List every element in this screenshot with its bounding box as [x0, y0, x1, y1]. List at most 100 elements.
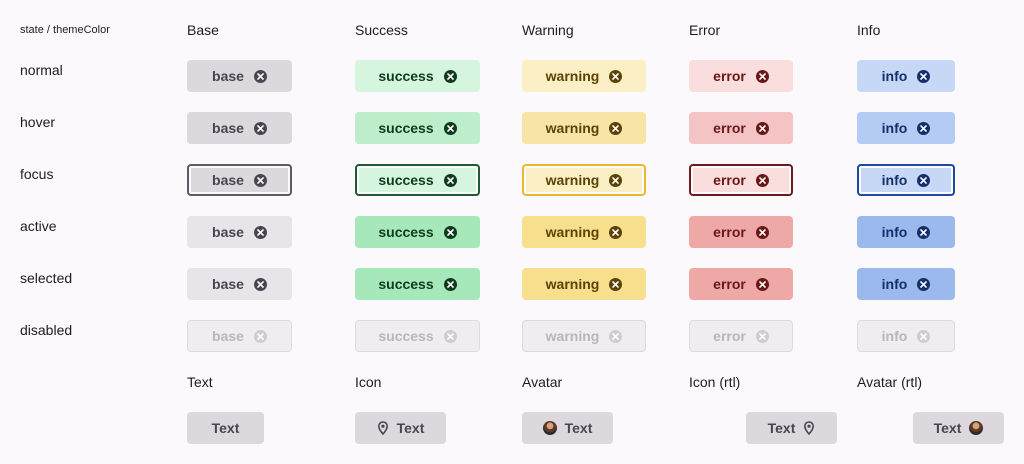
chip-success-focus[interactable]: success [355, 164, 480, 196]
close-circle-icon[interactable] [609, 225, 623, 239]
chip-label: warning [545, 276, 600, 292]
close-circle-icon[interactable] [443, 277, 457, 291]
variant-header-icon: Icon [355, 374, 382, 390]
close-circle-icon[interactable] [443, 121, 457, 135]
chip-success-disabled: success [355, 320, 480, 352]
chip-info-selected[interactable]: info [857, 268, 955, 300]
chip-avatar-variant[interactable]: Text [522, 412, 613, 444]
close-circle-icon[interactable] [755, 69, 769, 83]
close-circle-icon [609, 329, 623, 343]
row-label-selected: selected [20, 270, 73, 286]
chip-icon-rtl-variant[interactable]: Text [746, 412, 837, 444]
close-circle-icon[interactable] [443, 69, 457, 83]
column-header-base: Base [187, 22, 219, 38]
close-circle-icon [253, 329, 267, 343]
close-circle-icon[interactable] [755, 225, 769, 239]
chip-success-selected[interactable]: success [355, 268, 480, 300]
chip-success-hover[interactable]: success [355, 112, 480, 144]
close-circle-icon[interactable] [917, 69, 931, 83]
chip-info-normal[interactable]: info [857, 60, 955, 92]
close-circle-icon[interactable] [253, 173, 267, 187]
close-circle-icon[interactable] [917, 173, 931, 187]
close-circle-icon[interactable] [253, 277, 267, 291]
chip-label: success [378, 68, 434, 84]
chip-error-active[interactable]: error [689, 216, 793, 248]
close-circle-icon[interactable] [443, 173, 457, 187]
close-circle-icon[interactable] [443, 225, 457, 239]
chip-label: error [713, 276, 746, 292]
close-circle-icon[interactable] [609, 173, 623, 187]
chip-label: success [378, 276, 434, 292]
chip-error-normal[interactable]: error [689, 60, 793, 92]
chip-warning-focus[interactable]: warning [522, 164, 646, 196]
chip-warning-hover[interactable]: warning [522, 112, 646, 144]
chip-label: Text [211, 420, 240, 436]
variant-header-icon-rtl: Icon (rtl) [689, 374, 741, 390]
chip-label: success [378, 328, 434, 344]
chip-warning-active[interactable]: warning [522, 216, 646, 248]
chip-label: error [713, 120, 746, 136]
chip-label: base [212, 276, 244, 292]
chip-label: error [713, 68, 746, 84]
close-circle-icon[interactable] [609, 121, 623, 135]
chip-label: error [713, 224, 746, 240]
chip-base-focus[interactable]: base [187, 164, 292, 196]
chip-text-variant[interactable]: Text [187, 412, 264, 444]
chip-base-normal[interactable]: base [187, 60, 292, 92]
close-circle-icon[interactable] [917, 225, 931, 239]
close-circle-icon[interactable] [609, 69, 623, 83]
avatar-icon [542, 421, 557, 435]
chip-error-selected[interactable]: error [689, 268, 793, 300]
corner-label: state / themeColor [20, 24, 110, 36]
close-circle-icon[interactable] [253, 225, 267, 239]
chip-label: warning [545, 172, 600, 188]
close-circle-icon[interactable] [755, 121, 769, 135]
chip-avatar-rtl-variant[interactable]: Text [913, 412, 1004, 444]
close-circle-icon[interactable] [609, 277, 623, 291]
chip-success-normal[interactable]: success [355, 60, 480, 92]
chip-info-focus[interactable]: info [857, 164, 955, 196]
chip-label: success [378, 120, 434, 136]
close-circle-icon[interactable] [253, 69, 267, 83]
chip-info-active[interactable]: info [857, 216, 955, 248]
chip-label: info [881, 172, 908, 188]
chip-icon-variant[interactable]: Text [355, 412, 446, 444]
chip-error-disabled: error [689, 320, 793, 352]
close-circle-icon[interactable] [917, 277, 931, 291]
row-label-active: active [20, 218, 57, 234]
chip-warning-disabled: warning [522, 320, 646, 352]
chip-base-hover[interactable]: base [187, 112, 292, 144]
column-header-info: Info [857, 22, 881, 38]
chip-label: Text [564, 420, 593, 436]
chip-info-hover[interactable]: info [857, 112, 955, 144]
chip-label: base [212, 120, 244, 136]
chip-label: success [378, 224, 434, 240]
chip-label: warning [545, 328, 600, 344]
close-circle-icon [443, 329, 457, 343]
chip-label: Text [767, 420, 796, 436]
close-circle-icon[interactable] [755, 173, 769, 187]
chip-label: Text [396, 420, 425, 436]
chip-label: info [881, 224, 908, 240]
chip-error-focus[interactable]: error [689, 164, 793, 196]
chip-info-disabled: info [857, 320, 955, 352]
chip-base-disabled: base [187, 320, 292, 352]
variant-header-avatar: Avatar [522, 374, 563, 390]
chip-label: info [881, 120, 908, 136]
chip-warning-selected[interactable]: warning [522, 268, 646, 300]
chip-label: base [212, 172, 244, 188]
close-circle-icon[interactable] [917, 121, 931, 135]
chip-warning-normal[interactable]: warning [522, 60, 646, 92]
close-circle-icon[interactable] [253, 121, 267, 135]
chip-error-hover[interactable]: error [689, 112, 793, 144]
chip-label: error [713, 172, 746, 188]
chip-label: info [881, 328, 908, 344]
map-pin-icon [804, 421, 815, 435]
close-circle-icon [917, 329, 931, 343]
close-circle-icon[interactable] [755, 277, 769, 291]
chip-base-selected[interactable]: base [187, 268, 292, 300]
chip-success-active[interactable]: success [355, 216, 480, 248]
variant-header-text: Text [187, 374, 213, 390]
chip-base-active[interactable]: base [187, 216, 292, 248]
chip-label: warning [545, 68, 600, 84]
